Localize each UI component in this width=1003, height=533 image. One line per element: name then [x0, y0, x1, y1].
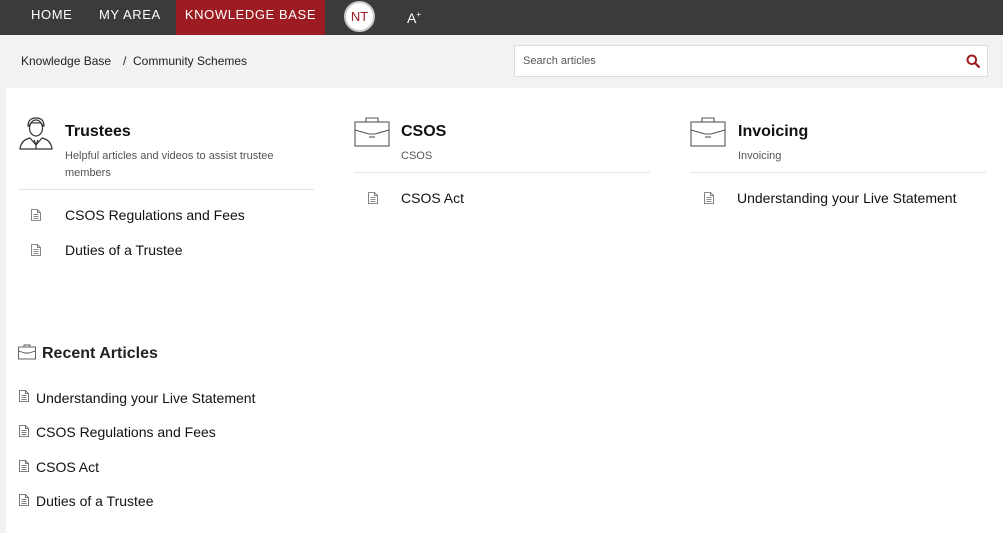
category-title[interactable]: CSOS — [401, 123, 446, 141]
search-input[interactable] — [523, 51, 953, 71]
search-icon[interactable] — [966, 54, 980, 68]
nav-knowledge-base[interactable]: KNOWLEDGE BASE — [176, 0, 325, 35]
top-navigation: HOME MY AREA KNOWLEDGE BASE NT A+ — [0, 0, 1003, 35]
breadcrumb-separator: / — [123, 54, 127, 68]
recent-article-link[interactable]: Duties of a Trustee — [36, 493, 154, 509]
search-box — [514, 45, 988, 77]
category-title[interactable]: Invoicing — [738, 123, 808, 141]
document-icon — [19, 494, 29, 506]
category-description: CSOS — [401, 150, 433, 162]
document-icon — [368, 192, 378, 204]
briefcase-icon — [18, 344, 36, 360]
category-divider — [18, 189, 314, 190]
nav-home[interactable]: HOME — [31, 0, 72, 35]
category-description: Invoicing — [738, 150, 782, 162]
category-divider — [690, 172, 986, 173]
article-link[interactable]: CSOS Act — [401, 190, 464, 206]
briefcase-icon — [690, 117, 726, 147]
category-divider — [354, 172, 650, 173]
document-icon — [19, 390, 29, 402]
document-icon — [19, 460, 29, 472]
plus-icon: + — [416, 10, 422, 19]
recent-article-link[interactable]: CSOS Regulations and Fees — [36, 424, 216, 440]
user-avatar[interactable]: NT — [344, 1, 375, 32]
font-size-label: A — [407, 10, 417, 26]
briefcase-icon — [354, 117, 390, 147]
trustee-person-icon — [19, 117, 53, 150]
article-link[interactable]: Duties of a Trustee — [65, 242, 183, 258]
nav-my-area[interactable]: MY AREA — [99, 0, 161, 35]
article-link[interactable]: CSOS Regulations and Fees — [65, 207, 245, 223]
article-link[interactable]: Understanding your Live Statement — [737, 190, 956, 206]
document-icon — [31, 244, 41, 256]
breadcrumb-current: Community Schemes — [133, 54, 248, 68]
font-size-toggle[interactable]: A+ — [407, 0, 421, 30]
recent-articles-title: Recent Articles — [42, 345, 158, 362]
category-title[interactable]: Trustees — [65, 123, 131, 141]
document-icon — [31, 209, 41, 221]
recent-article-link[interactable]: CSOS Act — [36, 459, 99, 475]
document-icon — [704, 192, 714, 204]
document-icon — [19, 425, 29, 437]
content-panel: Trustees Helpful articles and videos to … — [6, 88, 1003, 533]
recent-article-link[interactable]: Understanding your Live Statement — [36, 390, 255, 406]
breadcrumb-knowledge-base[interactable]: Knowledge Base — [21, 54, 111, 68]
category-description: Helpful articles and videos to assist tr… — [65, 150, 274, 179]
